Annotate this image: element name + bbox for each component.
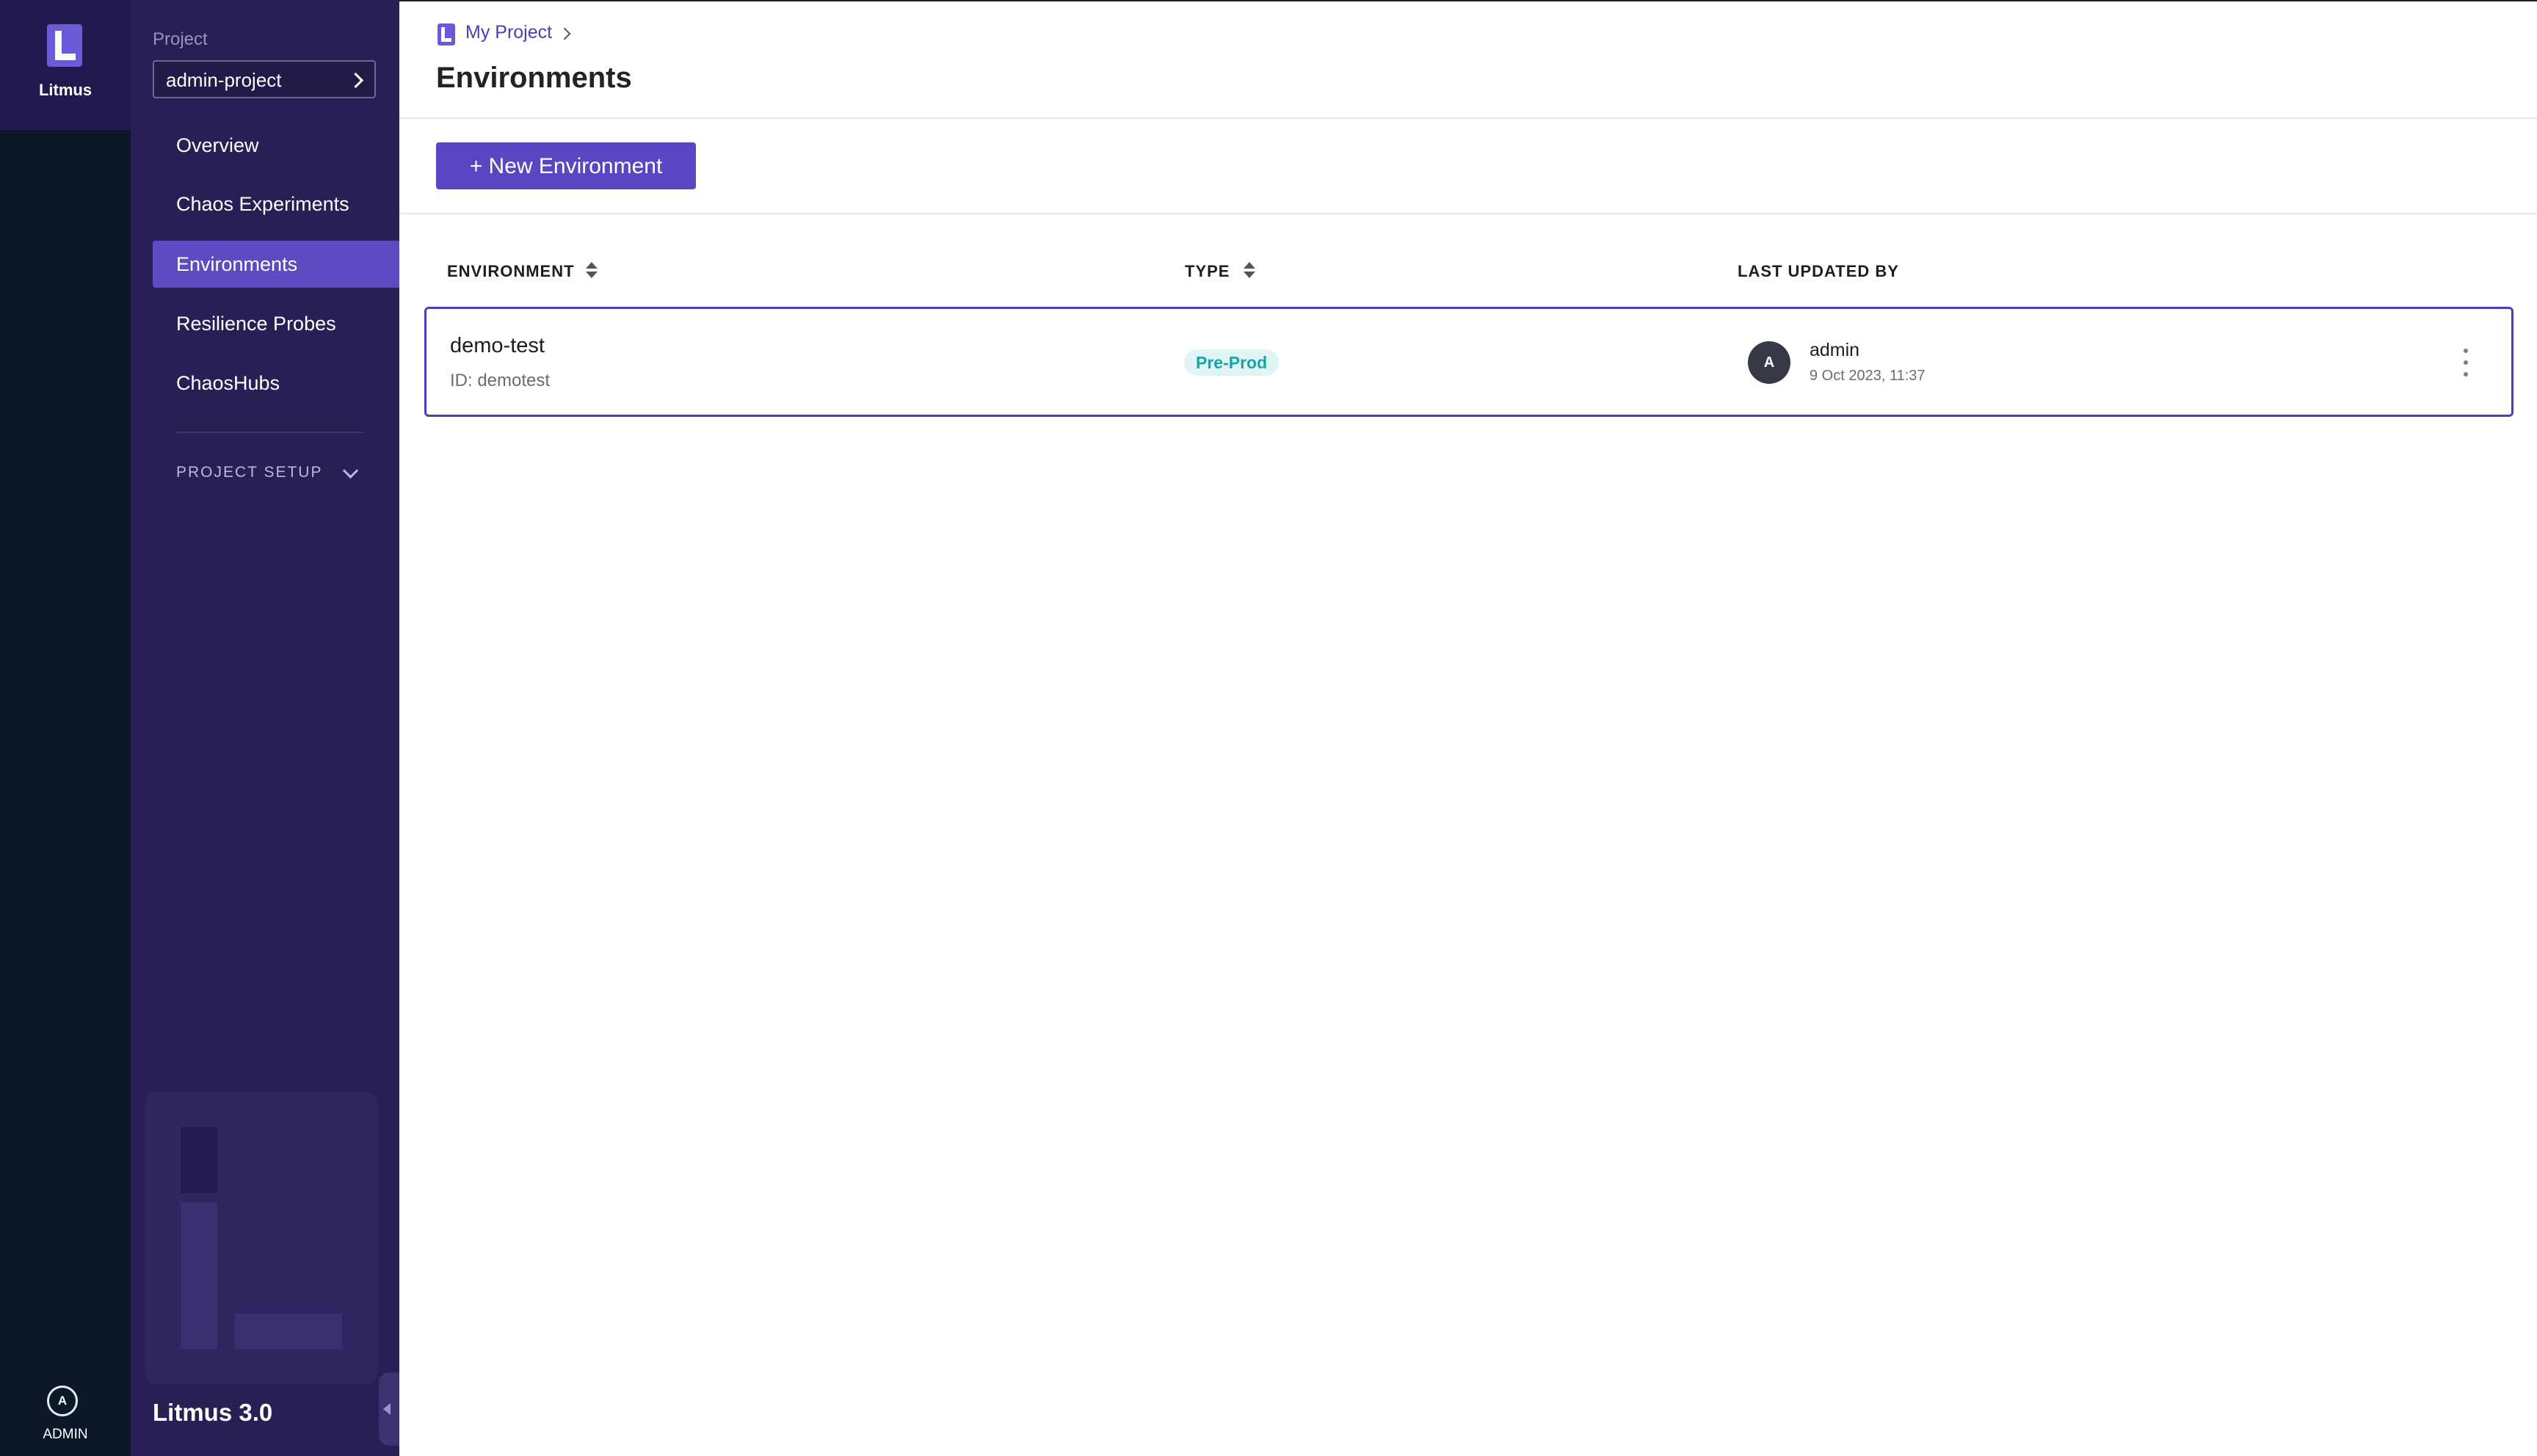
sidebar-divider <box>176 432 364 433</box>
updater-name: admin <box>1810 340 1860 360</box>
user-avatar[interactable]: A <box>47 1386 78 1416</box>
collapse-sidebar-button[interactable] <box>379 1372 399 1446</box>
divider <box>399 213 2537 214</box>
app-rail: Litmus A ADMIN <box>0 0 131 1456</box>
column-header-last-updated-by: LAST UPDATED BY <box>1738 262 1899 280</box>
table-row[interactable]: demo-test ID: demotest Pre-Prod A admin … <box>424 307 2514 417</box>
divider <box>399 117 2537 119</box>
sidebar-item-overview[interactable]: Overview <box>153 122 399 169</box>
main-content: My Project Environments + New Environmen… <box>399 0 2537 1456</box>
app-name: Litmus <box>38 81 92 99</box>
project-setup-toggle[interactable]: PROJECT SETUP <box>176 464 322 481</box>
litmus-logo-icon <box>47 24 82 67</box>
updater-avatar: A <box>1748 341 1790 384</box>
updated-timestamp: 9 Oct 2023, 11:37 <box>1810 368 1926 384</box>
project-icon <box>438 23 455 46</box>
more-options-icon[interactable] <box>2461 349 2470 378</box>
sort-icon[interactable] <box>586 262 598 281</box>
breadcrumb-link[interactable]: My Project <box>465 22 552 43</box>
project-name: admin-project <box>166 69 282 91</box>
user-label: ADMIN <box>43 1427 88 1442</box>
sort-icon[interactable] <box>1244 262 1255 281</box>
column-header-type[interactable]: TYPE <box>1185 262 1230 281</box>
sidebar-item-resilience-probes[interactable]: Resilience Probes <box>153 300 399 347</box>
sidebar-item-chaos-experiments[interactable]: Chaos Experiments <box>153 181 399 228</box>
project-label: Project <box>153 29 208 49</box>
new-environment-button[interactable]: + New Environment <box>436 142 696 189</box>
sidebar-item-chaoshubs[interactable]: ChaosHubs <box>153 360 399 407</box>
app-switcher[interactable]: Litmus <box>0 0 131 131</box>
illustration-block <box>181 1127 217 1193</box>
environment-name[interactable]: demo-test <box>450 334 545 358</box>
environment-type-badge: Pre-Prod <box>1184 349 1280 376</box>
illustration-block <box>181 1202 217 1349</box>
column-header-environment[interactable]: ENVIRONMENT <box>447 262 575 281</box>
environment-id: ID: demotest <box>450 371 551 390</box>
top-border <box>399 0 2537 1</box>
page-title: Environments <box>436 62 632 94</box>
chevron-right-icon <box>558 27 571 40</box>
version-label: Litmus 3.0 <box>153 1399 273 1426</box>
chevron-right-icon <box>347 72 364 89</box>
sidebar-item-environments[interactable]: Environments <box>153 241 399 288</box>
illustration-block <box>235 1314 342 1349</box>
project-selector[interactable]: admin-project <box>153 60 376 98</box>
